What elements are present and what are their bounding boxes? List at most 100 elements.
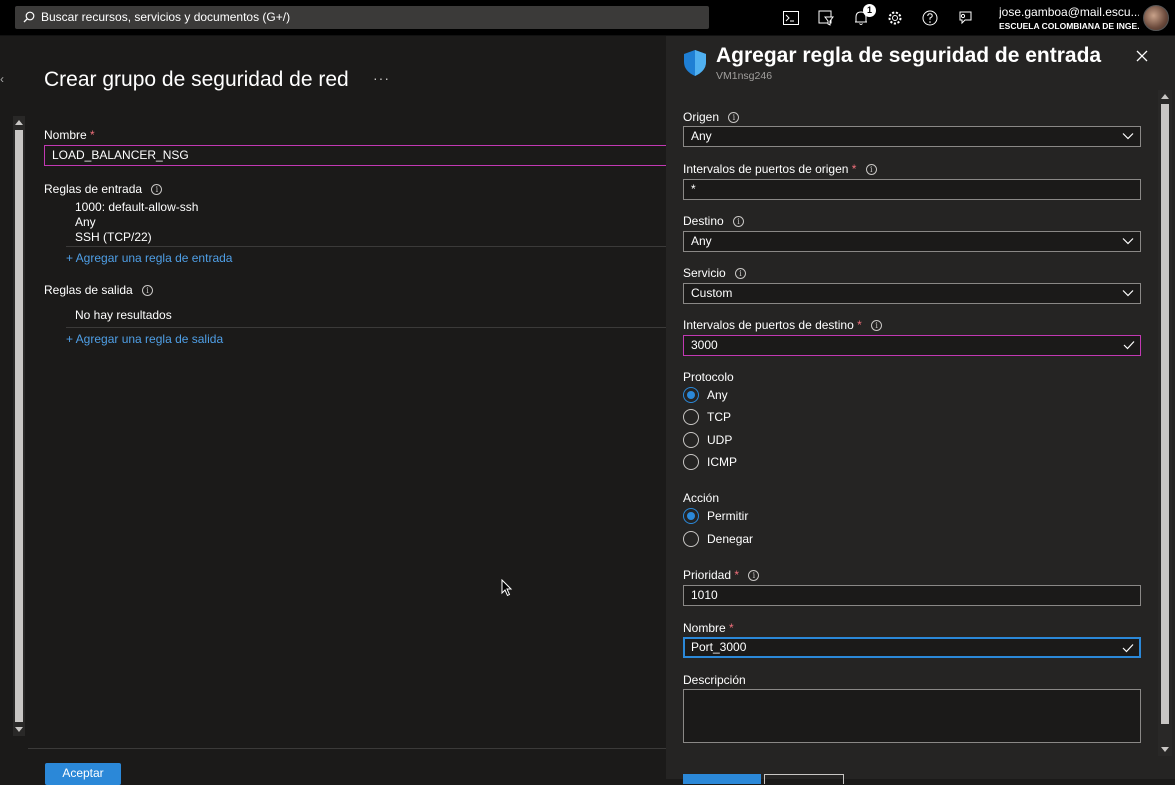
- servicio-value: Custom: [691, 286, 733, 300]
- destino-dropdown[interactable]: Any: [683, 231, 1141, 252]
- panel-scrollbar[interactable]: [1158, 90, 1172, 756]
- destino-label: Destino i: [683, 214, 745, 228]
- inbound-rules-text: Reglas de entrada: [44, 182, 143, 196]
- dest-ports-label-text: Intervalos de puertos de destino: [683, 318, 854, 332]
- info-icon[interactable]: i: [735, 268, 747, 280]
- panel-title: Agregar regla de seguridad de entrada: [716, 44, 1102, 67]
- protocolo-label: Protocolo: [683, 370, 734, 384]
- chevron-down-icon: [1122, 133, 1134, 140]
- add-inbound-rule-link[interactable]: + Agregar una regla de entrada: [66, 251, 232, 265]
- dest-ports-label: Intervalos de puertos de destino * i: [683, 318, 883, 332]
- protocol-option-label: TCP: [707, 410, 731, 424]
- directory-filter-icon[interactable]: [816, 8, 836, 28]
- destino-label-text: Destino: [683, 214, 724, 228]
- radio-icon[interactable]: [683, 531, 699, 547]
- outbound-empty-text: No hay resultados: [75, 308, 172, 322]
- search-input[interactable]: Buscar recursos, servicios y documentos …: [15, 6, 709, 29]
- action-option-label: Permitir: [707, 509, 749, 523]
- dest-ports-input[interactable]: 3000: [683, 335, 1141, 356]
- info-icon[interactable]: i: [142, 285, 154, 297]
- info-icon[interactable]: i: [151, 184, 163, 196]
- settings-gear-icon[interactable]: [885, 8, 905, 28]
- name-label-text: Nombre: [44, 128, 87, 142]
- radio-icon[interactable]: [683, 409, 699, 425]
- origin-ports-input[interactable]: *: [683, 179, 1141, 200]
- origen-label: Origen i: [683, 110, 740, 124]
- info-icon[interactable]: i: [871, 320, 883, 332]
- search-icon: [23, 11, 35, 23]
- add-button[interactable]: [683, 774, 761, 784]
- radio-selected-icon[interactable]: [683, 387, 699, 403]
- collapse-chevron-icon[interactable]: ‹: [0, 72, 4, 86]
- close-icon[interactable]: [1134, 48, 1150, 64]
- notifications-bell-icon[interactable]: 1: [851, 4, 876, 28]
- cancel-button[interactable]: [764, 774, 844, 784]
- add-inbound-rule-panel: [666, 36, 1175, 779]
- feedback-icon[interactable]: [955, 8, 975, 28]
- protocol-option-icmp[interactable]: ICMP: [683, 453, 737, 471]
- servicio-dropdown[interactable]: Custom: [683, 283, 1141, 304]
- cloud-shell-icon[interactable]: [781, 8, 801, 28]
- descripcion-textarea[interactable]: [683, 689, 1141, 743]
- help-icon[interactable]: [920, 8, 940, 28]
- chevron-down-icon: [1122, 238, 1134, 245]
- panel-subtitle: VM1nsg246: [716, 70, 773, 82]
- scrollbar-thumb[interactable]: [15, 130, 23, 722]
- required-mark: *: [90, 128, 95, 142]
- scroll-down-icon[interactable]: [1161, 747, 1169, 752]
- checkmark-icon: [1122, 644, 1134, 653]
- dest-ports-value: 3000: [691, 338, 718, 352]
- scrollbar-thumb[interactable]: [1161, 104, 1169, 724]
- origen-value: Any: [691, 129, 712, 143]
- inbound-rule-name: 1000: default-allow-ssh: [75, 200, 199, 214]
- required-mark: *: [857, 318, 862, 332]
- protocol-option-udp[interactable]: UDP: [683, 431, 732, 449]
- notification-badge: 1: [863, 4, 876, 17]
- origin-ports-label-text: Intervalos de puertos de origen: [683, 162, 849, 176]
- add-outbound-rule-link[interactable]: + Agregar una regla de salida: [66, 332, 223, 346]
- radio-selected-icon[interactable]: [683, 508, 699, 524]
- origin-ports-label: Intervalos de puertos de origen * i: [683, 162, 877, 176]
- info-icon[interactable]: i: [728, 112, 740, 124]
- descripcion-label: Descripción: [683, 673, 746, 687]
- prioridad-input[interactable]: 1010: [683, 585, 1141, 606]
- protocol-option-label: Any: [707, 388, 728, 402]
- search-placeholder: Buscar recursos, servicios y documentos …: [41, 10, 291, 24]
- account-info[interactable]: jose.gamboa@mail.escu... ESCUELA COLOMBI…: [999, 5, 1139, 33]
- nombre-value: Port_3000: [691, 640, 747, 654]
- action-option-label: Denegar: [707, 532, 754, 546]
- inbound-rule-source: Any: [75, 215, 96, 229]
- inbound-rule-service: SSH (TCP/22): [75, 230, 152, 244]
- action-option-permitir[interactable]: Permitir: [683, 507, 748, 525]
- page-title: Crear grupo de seguridad de red: [44, 68, 349, 91]
- origen-label-text: Origen: [683, 110, 720, 124]
- origen-dropdown[interactable]: Any: [683, 126, 1141, 147]
- servicio-label: Servicio i: [683, 266, 747, 280]
- outbound-rules-text: Reglas de salida: [44, 283, 133, 297]
- scroll-down-icon[interactable]: [15, 727, 23, 732]
- info-icon[interactable]: i: [733, 216, 745, 228]
- more-options-icon[interactable]: ···: [373, 70, 390, 86]
- outbound-rules-label: Reglas de salida i: [44, 283, 154, 297]
- name-label: Nombre *: [44, 128, 95, 142]
- blade-scrollbar[interactable]: [13, 116, 25, 736]
- radio-icon[interactable]: [683, 454, 699, 470]
- nombre-label: Nombre *: [683, 621, 734, 635]
- radio-icon[interactable]: [683, 432, 699, 448]
- avatar[interactable]: [1143, 5, 1169, 31]
- info-icon[interactable]: i: [748, 570, 760, 582]
- footer-divider: [28, 748, 666, 749]
- prioridad-label: Prioridad * i: [683, 568, 760, 582]
- scroll-up-icon[interactable]: [15, 120, 23, 125]
- nombre-input[interactable]: Port_3000: [683, 637, 1141, 658]
- action-option-denegar[interactable]: Denegar: [683, 530, 753, 548]
- scroll-up-icon[interactable]: [1161, 94, 1169, 99]
- shield-icon: [684, 50, 706, 76]
- required-mark: *: [851, 162, 857, 176]
- info-icon[interactable]: i: [865, 164, 877, 176]
- nsg-name-input[interactable]: LOAD_BALANCER_NSG: [44, 145, 684, 166]
- protocol-option-tcp[interactable]: TCP: [683, 408, 731, 426]
- accion-label: Acción: [683, 491, 720, 505]
- protocol-option-any[interactable]: Any: [683, 386, 728, 404]
- accept-button[interactable]: Aceptar: [45, 763, 121, 785]
